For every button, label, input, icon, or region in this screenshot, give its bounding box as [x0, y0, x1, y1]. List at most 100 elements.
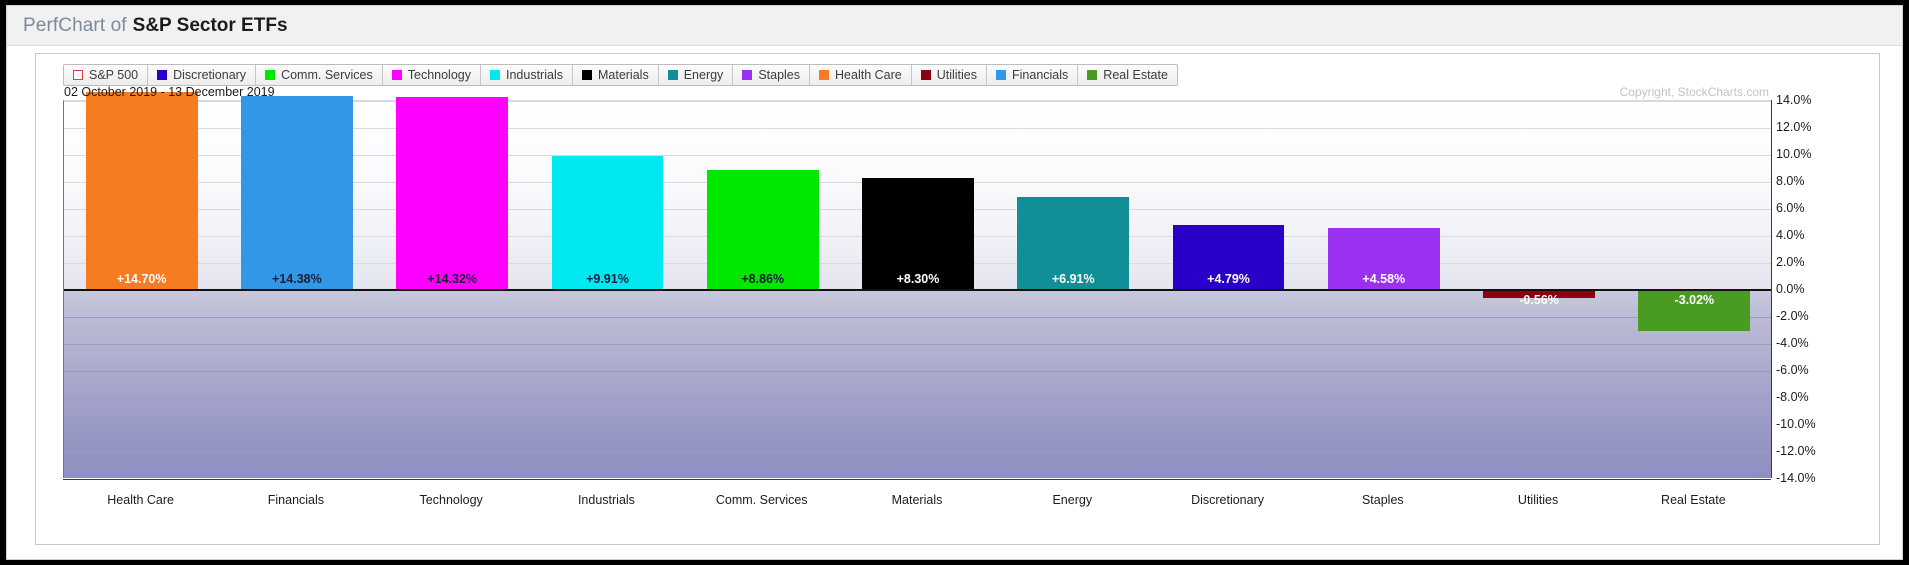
bar-health-care[interactable]: +14.70%: [85, 91, 198, 290]
legend-item-label: Utilities: [936, 68, 978, 82]
legend-item-label: Technology: [407, 68, 471, 82]
legend-item-s-p-500[interactable]: S&P 500: [64, 65, 149, 85]
y-axis-tick-label: 12.0%: [1776, 120, 1812, 134]
legend-item-label: Financials: [1012, 68, 1069, 82]
legend-item-discretionary[interactable]: Discretionary: [148, 65, 257, 85]
plot-area: +14.70% +14.38% +14.32% +9.91% +8.86% +8.30% +…: [63, 91, 1771, 480]
bar-value-label: +4.79%: [1207, 271, 1250, 286]
legend-item-label: Materials: [597, 68, 649, 82]
bar-discretionary[interactable]: +4.79%: [1172, 225, 1285, 290]
y-axis-tick-label: -4.0%: [1776, 336, 1809, 350]
legend-swatch-icon: [667, 70, 678, 80]
legend-swatch-icon: [819, 70, 830, 80]
legend-item-staples[interactable]: Staples: [733, 65, 811, 85]
gridline: [64, 398, 1771, 399]
legend-swatch-icon: [391, 70, 402, 80]
x-axis-tick-label: Discretionary: [1191, 493, 1264, 507]
y-axis-tick-label: 10.0%: [1776, 147, 1812, 161]
x-axis-tick-label: Technology: [419, 493, 483, 507]
legend-item-industrials[interactable]: Industrials: [481, 65, 573, 85]
date-range-label: 02 October 2019 - 13 December 2019: [64, 85, 275, 99]
x-axis-tick-label: Energy: [1052, 493, 1093, 507]
legend-item-utilities[interactable]: Utilities: [912, 65, 988, 85]
y-axis-tick-label: -2.0%: [1776, 309, 1809, 323]
legend-item-label: Energy: [683, 68, 724, 82]
x-axis-tick-label: Financials: [267, 493, 325, 507]
legend-item-health-care[interactable]: Health Care: [810, 65, 912, 85]
page-title: S&P Sector ETFs: [132, 14, 288, 36]
page-title-prefix: PerfChart of: [23, 14, 127, 36]
x-axis-tick-label: Utilities: [1517, 493, 1559, 507]
legend-item-label: Staples: [758, 68, 801, 82]
bar-value-label: +14.38%: [272, 272, 322, 286]
y-axis: 14.0% 12.0% 10.0% 8.0% 6.0% 4.0% 2.0% 0.0% -2.0%…: [1771, 93, 1857, 485]
gridline: [64, 317, 1771, 318]
bar-utilities[interactable]: -0.56%: [1483, 290, 1595, 307]
legend-swatch-icon: [157, 70, 168, 80]
y-axis-tick-label: -10.0%: [1776, 417, 1816, 431]
bar-value-label: -0.56%: [1519, 293, 1559, 307]
legend-swatch-icon: [742, 70, 753, 80]
y-axis-tick-label: -12.0%: [1776, 444, 1816, 458]
y-axis-tick-label: 4.0%: [1776, 228, 1805, 242]
legend-item-label: S&P 500: [89, 68, 139, 82]
legend-swatch-icon: [1087, 70, 1098, 80]
bar-value-label: +14.32%: [427, 272, 478, 286]
bar-value-label: +8.30%: [896, 271, 940, 286]
copyright-label: Copyright, StockCharts.com: [1619, 85, 1769, 99]
bar-energy[interactable]: +6.91%: [1017, 196, 1130, 290]
gridline: [64, 425, 1771, 426]
legend-item-label: Real Estate: [1103, 68, 1168, 82]
legend-item-real-estate[interactable]: Real Estate: [1078, 65, 1177, 85]
legend-item-energy[interactable]: Energy: [659, 65, 734, 85]
legend-item-comm-services[interactable]: Comm. Services: [256, 65, 383, 85]
legend-item-label: Health Care: [835, 68, 902, 82]
bar-value-label: +9.91%: [586, 271, 629, 286]
bar-staples[interactable]: +4.58%: [1327, 228, 1440, 290]
bar-real-estate[interactable]: -3.02%: [1638, 290, 1751, 331]
bar-materials[interactable]: +8.30%: [862, 177, 974, 290]
perfchart-window: PerfChart of S&P Sector ETFs S&P 500 Disc…: [6, 5, 1903, 560]
x-axis-tick-label: Health Care: [107, 493, 174, 507]
bar-value-label: +4.58%: [1362, 271, 1406, 286]
legend-swatch-icon: [581, 70, 592, 80]
legend-item-materials[interactable]: Materials: [573, 65, 659, 85]
y-axis-tick-label: 6.0%: [1776, 201, 1805, 215]
y-axis-tick-label: 14.0%: [1776, 93, 1812, 107]
legend-swatch-icon: [920, 70, 931, 80]
y-axis-tick-label: -8.0%: [1776, 390, 1809, 404]
x-axis-tick-label: Real Estate: [1661, 493, 1726, 507]
x-axis: Health Care Financials Technology Industria…: [63, 479, 1771, 519]
gridline: [64, 452, 1771, 453]
bar-value-label: +14.70%: [116, 272, 167, 286]
legend-swatch-icon: [265, 70, 276, 80]
gridline: [64, 344, 1771, 345]
legend-swatch-icon: [996, 70, 1007, 80]
bar-financials[interactable]: +14.38%: [241, 95, 353, 290]
x-axis-tick-label: Staples: [1361, 493, 1404, 507]
legend-item-technology[interactable]: Technology: [383, 65, 481, 85]
bar-value-label: +8.86%: [741, 271, 785, 286]
x-axis-tick-label: Industrials: [577, 493, 635, 507]
zero-axis-line: [64, 289, 1771, 291]
y-axis-tick-label: -14.0%: [1776, 471, 1816, 485]
bar-value-label: +6.91%: [1051, 271, 1095, 286]
x-axis-tick-label: Comm. Services: [715, 493, 808, 507]
y-axis-tick-label: 2.0%: [1776, 255, 1805, 269]
bar-industrials[interactable]: +9.91%: [551, 156, 664, 290]
legend-item-label: Discretionary: [173, 68, 247, 82]
bar-technology[interactable]: +14.32%: [396, 96, 509, 290]
gridline: [64, 371, 1771, 372]
chart-legend: S&P 500 Discretionary Comm. Services Techno…: [63, 64, 1178, 86]
legend-swatch-icon: [490, 70, 500, 80]
y-axis-tick-label: 8.0%: [1776, 174, 1805, 188]
chart-panel: S&P 500 Discretionary Comm. Services Techno…: [35, 53, 1880, 545]
y-axis-tick-label: -6.0%: [1776, 363, 1809, 377]
bar-comm-services[interactable]: +8.86%: [706, 170, 819, 290]
legend-swatch-icon: [73, 70, 83, 80]
bar-value-label: -3.02%: [1674, 293, 1715, 307]
legend-item-financials[interactable]: Financials: [987, 65, 1079, 85]
y-axis-tick-label: 0.0%: [1776, 282, 1805, 296]
legend-item-label: Industrials: [506, 68, 563, 82]
x-axis-tick-label: Materials: [891, 493, 943, 507]
